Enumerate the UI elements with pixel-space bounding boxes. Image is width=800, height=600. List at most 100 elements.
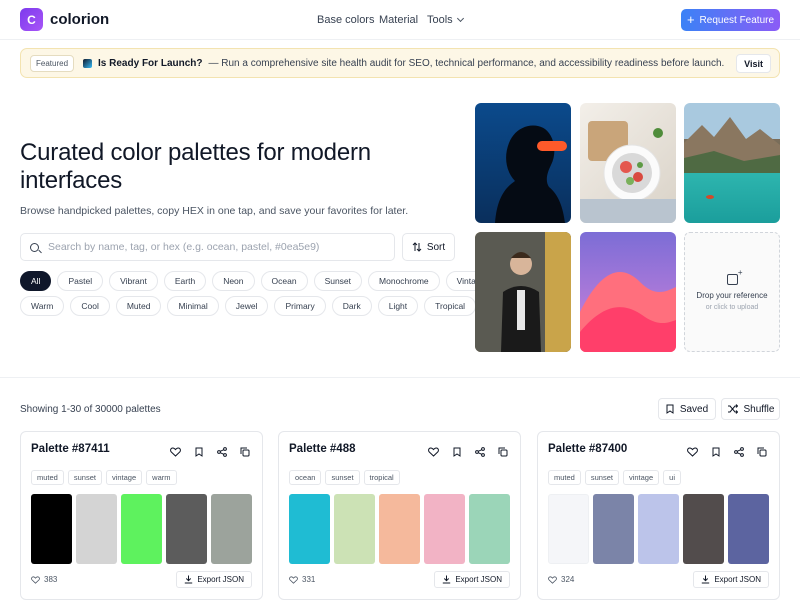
chevron-down-icon	[456, 14, 464, 23]
palette-tag[interactable]: muted	[31, 470, 64, 485]
dropzone-title: Drop your reference	[696, 290, 768, 300]
color-swatch[interactable]	[289, 494, 330, 564]
saved-button[interactable]: Saved	[658, 398, 716, 420]
palette-tag[interactable]: sunset	[584, 470, 619, 485]
sort-button[interactable]: Sort	[402, 233, 455, 261]
color-swatch[interactable]	[76, 494, 117, 564]
color-swatch[interactable]	[31, 494, 72, 564]
palette-card: Palette #87411 muted sunset vintage warm…	[20, 431, 263, 600]
bookmark-icon[interactable]	[710, 446, 721, 457]
export-json-button[interactable]: Export JSON	[434, 571, 510, 588]
bookmark-icon[interactable]	[451, 446, 462, 457]
palette-tag[interactable]: sunset	[67, 470, 102, 485]
filter-chip[interactable]: Minimal	[167, 296, 219, 316]
heart-icon[interactable]	[687, 446, 698, 457]
filter-chip[interactable]: Ocean	[260, 271, 308, 291]
request-feature-label: Request Feature	[699, 14, 775, 26]
filter-chip[interactable]: Cool	[70, 296, 110, 316]
reference-image-abstract-gradient[interactable]	[580, 232, 676, 352]
heart-icon[interactable]	[428, 446, 439, 457]
sort-label: Sort	[426, 241, 446, 253]
share-icon[interactable]	[733, 446, 744, 457]
filter-chip[interactable]: Vibrant	[109, 271, 158, 291]
color-swatch[interactable]	[683, 494, 724, 564]
palette-swatches	[31, 494, 252, 564]
palette-tag[interactable]: tropical	[363, 470, 400, 485]
app-name[interactable]: colorion	[50, 11, 109, 28]
nav-base-colors[interactable]: Base colors	[317, 14, 374, 26]
palette-tag[interactable]: warm	[146, 470, 177, 485]
color-swatch[interactable]	[548, 494, 589, 564]
nav-tools[interactable]: Tools	[427, 14, 464, 26]
copy-icon[interactable]	[239, 446, 250, 457]
color-swatch[interactable]	[166, 494, 207, 564]
filter-chip[interactable]: Sunset	[313, 271, 363, 291]
visit-button[interactable]: Visit	[736, 54, 771, 73]
filter-chip[interactable]: Dark	[331, 296, 372, 316]
palette-name[interactable]: Palette #488	[289, 443, 356, 455]
export-json-label: Export JSON	[714, 575, 761, 584]
palette-card: Palette #488 ocean sunset tropical 331 E…	[278, 431, 521, 600]
reference-image-lake[interactable]	[684, 103, 780, 223]
shuffle-label: Shuffle	[743, 403, 775, 415]
app-logo[interactable]: C	[20, 8, 43, 31]
filter-chip[interactable]: Primary	[274, 296, 326, 316]
bookmark-icon[interactable]	[193, 446, 204, 457]
color-swatch[interactable]	[121, 494, 162, 564]
export-json-button[interactable]: Export JSON	[176, 571, 252, 588]
results-count: Showing 1-30 of 30000 palettes	[20, 404, 161, 415]
color-swatch[interactable]	[638, 494, 679, 564]
featured-description: — Run a comprehensive site health audit …	[208, 57, 725, 69]
reference-image-salad[interactable]	[580, 103, 676, 223]
palette-tag[interactable]: ui	[663, 470, 681, 485]
shuffle-button[interactable]: Shuffle	[721, 398, 780, 420]
search-input[interactable]	[48, 241, 378, 253]
heart-icon[interactable]	[170, 446, 181, 457]
palette-name[interactable]: Palette #87411	[31, 443, 110, 455]
color-swatch[interactable]	[424, 494, 465, 564]
palette-tag[interactable]: sunset	[325, 470, 360, 485]
plus-icon: +	[686, 12, 695, 27]
filter-chip[interactable]: Earth	[163, 271, 207, 291]
search-box[interactable]	[20, 233, 395, 261]
palette-name[interactable]: Palette #87400	[548, 443, 627, 455]
download-icon	[185, 575, 193, 584]
filter-chip[interactable]: Warm	[20, 296, 65, 316]
dropzone-subtitle: or click to upload	[705, 303, 759, 311]
color-swatch[interactable]	[593, 494, 634, 564]
filter-chip[interactable]: Tropical	[424, 296, 477, 316]
color-swatch[interactable]	[211, 494, 252, 564]
filter-chip[interactable]: All	[20, 271, 52, 291]
like-count: 324	[548, 575, 574, 584]
hero-subtitle: Browse handpicked palettes, copy HEX in …	[20, 205, 409, 217]
filter-chip[interactable]: Light	[377, 296, 419, 316]
palette-tag[interactable]: muted	[548, 470, 581, 485]
palette-tag[interactable]: ocean	[289, 470, 322, 485]
share-icon[interactable]	[216, 446, 227, 457]
color-swatch[interactable]	[469, 494, 510, 564]
add-image-icon	[726, 268, 742, 285]
filter-chip[interactable]: Muted	[115, 296, 162, 316]
reference-image-man-jacket[interactable]	[475, 232, 571, 352]
upload-dropzone[interactable]: Drop your reference or click to upload	[684, 232, 780, 352]
reference-image-portrait-neon[interactable]	[475, 103, 571, 223]
palette-tag[interactable]: vintage	[105, 470, 143, 485]
color-swatch[interactable]	[334, 494, 375, 564]
filter-chip[interactable]: Neon	[212, 271, 255, 291]
featured-banner: Featured Is Ready For Launch? — Run a co…	[20, 48, 780, 78]
palette-tag[interactable]: vintage	[622, 470, 660, 485]
request-feature-button[interactable]: + Request Feature	[681, 9, 780, 31]
palette-swatches	[289, 494, 510, 564]
filter-chip[interactable]: Pastel	[57, 271, 104, 291]
filter-chip[interactable]: Monochrome	[368, 271, 440, 291]
copy-icon[interactable]	[756, 446, 767, 457]
share-icon[interactable]	[474, 446, 485, 457]
color-swatch[interactable]	[379, 494, 420, 564]
nav-material[interactable]: Material	[379, 14, 418, 26]
nav-tools-label: Tools	[427, 14, 453, 26]
color-swatch[interactable]	[728, 494, 769, 564]
palette-actions	[428, 446, 508, 457]
export-json-button[interactable]: Export JSON	[693, 571, 769, 588]
copy-icon[interactable]	[497, 446, 508, 457]
filter-chip[interactable]: Jewel	[224, 296, 269, 316]
